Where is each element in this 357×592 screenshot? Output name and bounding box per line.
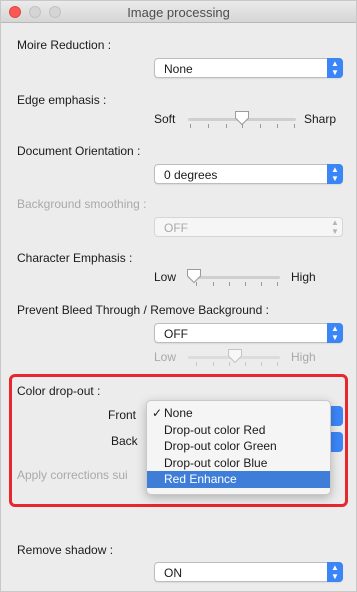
back-label: Back	[111, 434, 138, 448]
slider-knob-icon	[228, 349, 242, 364]
menu-item-none[interactable]: ✓ None	[147, 405, 330, 422]
remove-shadow-value: ON	[164, 566, 182, 580]
popup-arrows-icon: ▲ ▼	[327, 164, 343, 184]
menu-item-label: None	[164, 406, 193, 420]
menu-item-label: Drop-out color Blue	[164, 455, 268, 470]
bleed-through-select[interactable]: OFF ▲ ▼	[154, 323, 343, 343]
moire-reduction-label: Moire Reduction :	[17, 38, 112, 52]
bleed-through-value: OFF	[164, 327, 188, 341]
moire-reduction-select[interactable]: None ▲ ▼	[154, 58, 343, 78]
background-smoothing-label: Background smoothing :	[17, 197, 147, 211]
document-orientation-value: 0 degrees	[164, 168, 218, 182]
popup-arrows-icon: ▲ ▼	[327, 562, 343, 582]
color-dropout-label: Color drop-out :	[17, 384, 101, 398]
menu-item-red-enhance[interactable]: Red Enhance	[147, 471, 330, 488]
menu-item-label: Drop-out color Red	[164, 422, 266, 437]
edge-max-label: Sharp	[304, 112, 337, 126]
front-label: Front	[108, 408, 137, 422]
character-emphasis-slider[interactable]: Low High	[154, 267, 344, 287]
character-max-label: High	[291, 270, 316, 284]
popup-arrows-icon: ▲ ▼	[331, 218, 339, 236]
remove-shadow-select[interactable]: ON ▲ ▼	[154, 562, 343, 582]
edge-emphasis-label: Edge emphasis :	[17, 93, 107, 107]
edge-emphasis-slider[interactable]: Soft Sharp	[154, 109, 344, 129]
image-processing-window: Image processing Moire Reduction : None …	[0, 0, 357, 592]
edge-min-label: Soft	[154, 112, 176, 126]
slider-knob-icon[interactable]	[234, 110, 250, 126]
menu-item-dropout-red[interactable]: Drop-out color Red	[147, 422, 330, 439]
front-dropout-menu: ✓ None Drop-out color Red Drop-out color…	[146, 400, 331, 495]
bleed-max-label: High	[291, 350, 316, 364]
menu-item-dropout-blue[interactable]: Drop-out color Blue	[147, 455, 330, 472]
checkmark-icon: ✓	[152, 406, 163, 420]
popup-arrows-icon: ▲ ▼	[327, 58, 343, 78]
background-smoothing-value: OFF	[164, 221, 188, 235]
apply-corrections-label: Apply corrections sui	[17, 468, 128, 482]
document-orientation-label: Document Orientation :	[17, 144, 141, 158]
title-bar: Image processing	[1, 1, 356, 23]
menu-item-label: Red Enhance	[164, 472, 237, 486]
character-min-label: Low	[154, 270, 177, 284]
menu-item-dropout-green[interactable]: Drop-out color Green	[147, 438, 330, 455]
moire-reduction-value: None	[164, 62, 193, 76]
bleed-min-label: Low	[154, 350, 177, 364]
remove-shadow-label: Remove shadow :	[17, 543, 114, 557]
background-smoothing-select: OFF ▲ ▼	[154, 217, 343, 237]
popup-arrows-icon: ▲ ▼	[327, 323, 343, 343]
character-emphasis-label: Character Emphasis :	[17, 251, 133, 265]
front-select-arrow[interactable]	[329, 406, 343, 426]
bleed-through-label: Prevent Bleed Through / Remove Backgroun…	[17, 303, 269, 317]
slider-knob-icon[interactable]	[186, 268, 202, 284]
bleed-through-slider: Low High	[154, 347, 344, 367]
back-select-arrow[interactable]	[329, 432, 343, 452]
menu-item-label: Drop-out color Green	[164, 439, 277, 453]
window-title: Image processing	[127, 5, 230, 20]
document-orientation-select[interactable]: 0 degrees ▲ ▼	[154, 164, 343, 184]
